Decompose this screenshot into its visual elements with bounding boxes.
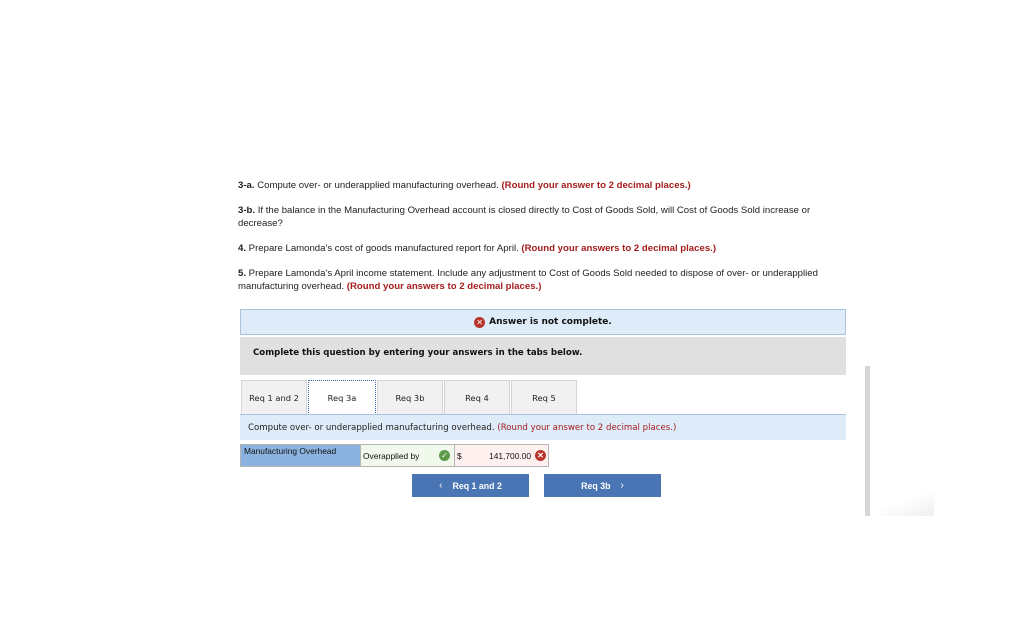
instruction-3a: 3-a. Compute over- or underapplied manuf… bbox=[238, 180, 691, 191]
tab-req-5[interactable]: Req 5 bbox=[511, 380, 577, 415]
x-circle-icon: ✕ bbox=[535, 450, 546, 461]
answer-status-text: Answer is not complete. bbox=[489, 317, 612, 327]
prev-req-button[interactable]: ‹ Req 1 and 2 bbox=[412, 474, 529, 497]
check-circle-icon: ✓ bbox=[439, 450, 450, 461]
scrollbar[interactable] bbox=[865, 366, 870, 516]
amount-value: 141,700.00 bbox=[489, 450, 531, 461]
chevron-right-icon: › bbox=[620, 480, 624, 491]
chevron-left-icon: ‹ bbox=[439, 480, 443, 491]
tab-req-3a[interactable]: Req 3a bbox=[308, 380, 376, 415]
instruction-3b: 3-b. If the balance in the Manufacturing… bbox=[238, 205, 811, 229]
currency-symbol: $ bbox=[457, 450, 462, 461]
question-prompt: Compute over- or underapplied manufactur… bbox=[240, 414, 846, 440]
tab-req-3b[interactable]: Req 3b bbox=[377, 380, 443, 415]
row-label: Manufacturing Overhead bbox=[241, 445, 361, 466]
tab-req-1-and-2[interactable]: Req 1 and 2 bbox=[241, 380, 307, 415]
instruction-4: 4. Prepare Lamonda's cost of goods manuf… bbox=[238, 243, 717, 254]
instruction-5: 5. Prepare Lamonda's April income statem… bbox=[238, 268, 818, 292]
x-circle-icon: ✕ bbox=[474, 316, 486, 328]
over-under-select[interactable]: Overapplied by ✓ bbox=[361, 445, 455, 466]
tabs-instruction: Complete this question by entering your … bbox=[240, 337, 846, 375]
answer-row: Manufacturing Overhead Overapplied by ✓ … bbox=[240, 444, 549, 467]
tab-req-4[interactable]: Req 4 bbox=[444, 380, 510, 415]
decorative-shadow bbox=[880, 490, 934, 516]
next-req-button[interactable]: Req 3b › bbox=[544, 474, 661, 497]
amount-input[interactable]: $ 141,700.00 ✕ bbox=[455, 445, 548, 466]
answer-status-banner: ✕ Answer is not complete. bbox=[240, 309, 846, 335]
requirement-tabs: Req 1 and 2 Req 3a Req 3b Req 4 Req 5 bbox=[241, 380, 578, 415]
